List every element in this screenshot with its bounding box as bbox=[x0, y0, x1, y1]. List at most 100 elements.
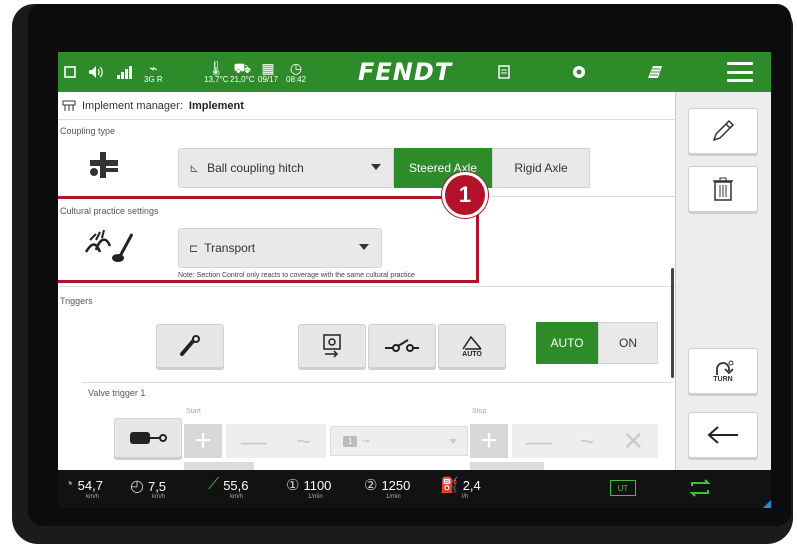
section-divider bbox=[58, 286, 675, 287]
valve-select-dropdown[interactable]: 1 ⊸ bbox=[330, 426, 468, 456]
minus-icon: — bbox=[525, 425, 552, 456]
temp-outside-value: 13,7°C bbox=[204, 74, 229, 84]
ball-hitch-icon: ⊾ bbox=[189, 161, 200, 175]
implement-icon bbox=[62, 100, 76, 111]
bottom-status-bar: ◔ 54,7 km/h ◴ 7,5 km/h ⟋ 55,6 km/h ① 110… bbox=[58, 470, 771, 508]
switch-icon bbox=[385, 339, 419, 352]
rigid-axle-button[interactable]: Rigid Axle bbox=[492, 148, 590, 188]
valve-select-value: 1 bbox=[343, 435, 358, 447]
pto2-value: 1250 bbox=[381, 477, 411, 493]
outside-temperature: 🌡 13,7°C bbox=[204, 52, 229, 92]
cultural-practice-icon bbox=[82, 226, 142, 271]
slope-speed-value: 55,6 bbox=[223, 477, 249, 493]
content-scrollbar[interactable] bbox=[671, 268, 674, 378]
implement-manager-panel: Implement manager: Implement Coupling ty… bbox=[58, 92, 675, 470]
minus-icon: — bbox=[240, 425, 267, 456]
fuel-readout: ⛽ 2,4 l/h bbox=[440, 476, 481, 500]
arrow-left-icon bbox=[707, 426, 738, 444]
volume-icon[interactable] bbox=[88, 52, 104, 92]
main-menu-button[interactable] bbox=[727, 62, 753, 82]
terminal-screen: ⌁ 3G R 🌡 13,7°C ⛟ 21,0°C ▦ 09/17 ◷ 08:42… bbox=[58, 52, 771, 508]
speed-value: 54,7 bbox=[77, 477, 103, 493]
time-display: ◷ 08:42 bbox=[286, 52, 306, 92]
calendar-icon: ▦ bbox=[261, 59, 275, 76]
tilde-icon: ~ bbox=[296, 425, 312, 456]
coupling-hitch-icon bbox=[86, 150, 122, 185]
auto-trigger-icon bbox=[462, 335, 482, 350]
gps-label: 3G R bbox=[144, 74, 163, 84]
tire-pressure-icon[interactable] bbox=[572, 52, 586, 92]
chevron-down-icon bbox=[449, 439, 457, 444]
signal-strength-icon bbox=[116, 52, 134, 92]
chevron-down-icon bbox=[359, 244, 369, 250]
coupling-dropdown-value: Ball coupling hitch bbox=[207, 161, 304, 175]
stop-label: Stop bbox=[472, 408, 487, 415]
tilde-icon: ~ bbox=[579, 425, 595, 456]
page-title-prefix: Implement manager: bbox=[82, 99, 183, 112]
close-icon[interactable]: ✕ bbox=[622, 426, 644, 457]
loop-arrows-icon[interactable] bbox=[688, 478, 712, 498]
page-header: Implement manager: Implement bbox=[58, 92, 675, 120]
auto-trigger-button[interactable]: AUTO bbox=[438, 324, 506, 368]
corner-indicator bbox=[763, 500, 771, 508]
fuel-value: 2,4 bbox=[462, 477, 481, 493]
gear-arrow-icon bbox=[323, 334, 341, 358]
brand-logo: FENDT bbox=[358, 58, 453, 86]
coupling-type-label: Coupling type bbox=[60, 126, 116, 136]
delete-button[interactable] bbox=[688, 166, 758, 212]
valve-trigger-label: Valve trigger 1 bbox=[88, 388, 146, 398]
device-bezel: ⌁ 3G R 🌡 13,7°C ⛟ 21,0°C ▦ 09/17 ◷ 08:42… bbox=[0, 0, 797, 544]
field-icon[interactable] bbox=[646, 52, 664, 92]
thermometer-icon: 🌡 bbox=[207, 59, 226, 76]
fuel-unit: l/h bbox=[462, 494, 469, 500]
coupling-type-dropdown[interactable]: ⊾ Ball coupling hitch bbox=[178, 148, 394, 188]
document-icon[interactable] bbox=[498, 52, 510, 92]
rpm-speed-value: 7,5 bbox=[147, 478, 167, 494]
date-value: 09/17 bbox=[258, 74, 279, 84]
cultural-dropdown-value: Transport bbox=[204, 241, 256, 255]
transport-icon: ⊏ bbox=[189, 242, 199, 255]
start-slider-track[interactable] bbox=[184, 462, 254, 470]
turn-label: TURN bbox=[713, 375, 733, 383]
pto2-readout: ② 1250 1/min bbox=[364, 476, 411, 500]
speed-readout: ◔ 54,7 km/h bbox=[64, 476, 103, 500]
turn-button[interactable]: TURN bbox=[688, 348, 758, 394]
auto-toggle-button[interactable]: AUTO bbox=[536, 322, 598, 364]
trigger-settings-button[interactable] bbox=[298, 324, 366, 368]
on-toggle-button[interactable]: ON bbox=[598, 322, 658, 364]
pto1-unit: 1/min bbox=[308, 494, 323, 500]
speed-unit: km/h bbox=[86, 494, 100, 500]
stop-plus-button[interactable]: + bbox=[470, 424, 508, 458]
triggers-label: Triggers bbox=[60, 296, 93, 306]
switch-trigger-button[interactable] bbox=[368, 324, 436, 368]
back-button[interactable] bbox=[688, 412, 758, 458]
rpm-speed-unit: km/h bbox=[152, 494, 166, 500]
ut-badge[interactable]: UT bbox=[610, 480, 636, 496]
highlight-top-edge bbox=[58, 196, 442, 199]
slope-speed-unit: km/h bbox=[230, 494, 244, 500]
stop-slider-track[interactable] bbox=[470, 462, 544, 470]
gps-status: ⌁ 3G R bbox=[144, 52, 163, 92]
edit-button[interactable] bbox=[688, 108, 758, 154]
highlight-bottom-edge bbox=[58, 280, 479, 283]
auto-icon-label: AUTO bbox=[462, 350, 482, 358]
implement-tool-button[interactable] bbox=[156, 324, 224, 368]
start-plus-button[interactable]: + bbox=[184, 424, 222, 458]
slope-speed-readout: ⟋ 55,6 km/h bbox=[208, 476, 249, 500]
pin-icon bbox=[180, 335, 200, 356]
rpm-speed-readout: ◴ 7,5 km/h bbox=[130, 476, 167, 500]
cab-icon: ⛟ bbox=[233, 59, 252, 76]
stop-value-field[interactable]: — ~ ✕ bbox=[512, 424, 658, 458]
pto2-unit: 1/min bbox=[386, 494, 401, 500]
cultural-practice-dropdown[interactable]: ⊏ Transport bbox=[178, 228, 382, 268]
window-icon[interactable] bbox=[64, 52, 76, 92]
start-value-field[interactable]: — ~ bbox=[226, 424, 326, 458]
cab-temperature: ⛟ 21,0°C bbox=[230, 52, 255, 92]
time-value: 08:42 bbox=[286, 74, 307, 84]
valve-cylinder-button[interactable] bbox=[114, 418, 182, 458]
right-action-panel: TURN bbox=[675, 92, 771, 470]
hydraulic-cylinder-icon bbox=[130, 432, 167, 444]
pto2-icon: ② bbox=[364, 477, 378, 494]
valve-divider bbox=[82, 382, 672, 383]
satellite-icon: ⌁ bbox=[149, 59, 158, 76]
